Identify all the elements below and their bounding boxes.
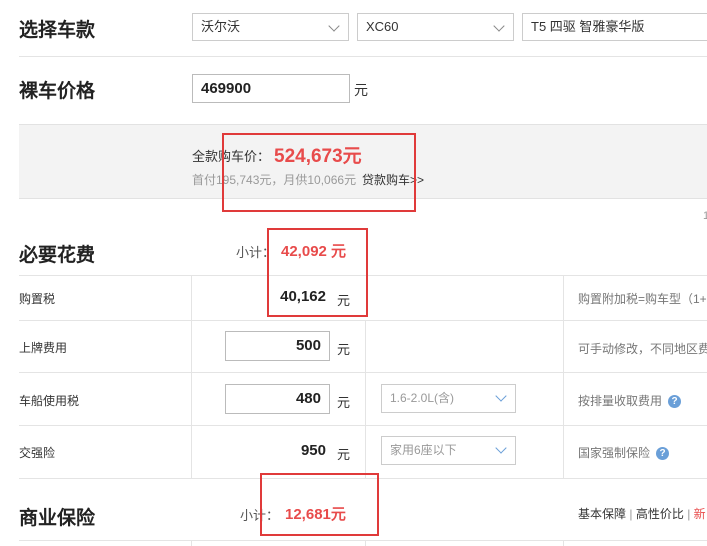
highlight-box-total [222,133,416,212]
purchase-tax-label: 购置税 [19,292,56,306]
coverage-option-links: 基本保障 | 高性价比 | 新 [578,507,706,521]
seat-type-select[interactable]: 家用6座以下 [381,436,516,465]
vehicle-tax-unit: 元 [337,395,351,410]
compulsory-insurance-label: 交强险 [19,446,56,460]
chevron-down-icon [493,20,505,32]
chevron-down-icon [495,442,507,454]
bare-price-input[interactable]: 469900 [192,74,350,103]
compulsory-insurance-unit: 元 [337,447,351,462]
vehicle-tax-label: 车船使用税 [19,394,80,408]
bare-price-unit: 元 [354,82,368,98]
registration-fee-note: 可手动修改，不同地区费 [578,342,707,356]
vehicle-tax-note-text: 按排量收取费用 [578,394,663,408]
registration-fee-unit: 元 [337,342,351,357]
edge-digit: 1 [703,210,707,222]
compulsory-insurance-value: 950 [300,442,326,459]
brand-select[interactable]: 沃尔沃 [192,13,349,41]
new-coverage-link[interactable]: 新 [694,507,706,521]
cost-effective-link[interactable]: 高性价比 [636,507,684,521]
required-fees-title: 必要花费 [19,245,96,266]
registration-fee-input[interactable]: 500 [225,331,330,361]
compulsory-insurance-note-text: 国家强制保险 [578,446,651,460]
chevron-down-icon [328,20,340,32]
series-select[interactable]: XC60 [357,13,514,41]
basic-coverage-link[interactable]: 基本保障 [578,507,626,521]
purchase-tax-note: 购置附加税=购车型（1+ [578,292,707,306]
help-icon[interactable]: ? [656,447,670,461]
model-select-value: T5 四驱 智雅豪华版 [531,19,645,34]
vehicle-tax-input[interactable]: 480 [225,384,330,414]
brand-select-value: 沃尔沃 [201,19,241,34]
registration-fee-label: 上牌费用 [19,341,68,355]
vehicle-tax-note: 按排量收取费用? [578,392,682,409]
highlight-box-commercial [260,473,379,536]
displacement-select[interactable]: 1.6-2.0L(含) [381,384,516,413]
model-select[interactable]: T5 四驱 智雅豪华版 [522,13,707,41]
bare-price-title: 裸车价格 [19,81,96,102]
help-icon[interactable]: ? [668,395,682,409]
displacement-select-value: 1.6-2.0L(含) [390,391,455,405]
commercial-insurance-title: 商业保险 [19,508,96,529]
compulsory-insurance-note: 国家强制保险? [578,444,670,461]
highlight-box-required [267,228,368,317]
car-select-title: 选择车款 [19,20,96,41]
seat-type-select-value: 家用6座以下 [390,443,457,457]
series-select-value: XC60 [366,19,399,34]
chevron-down-icon [495,390,507,402]
